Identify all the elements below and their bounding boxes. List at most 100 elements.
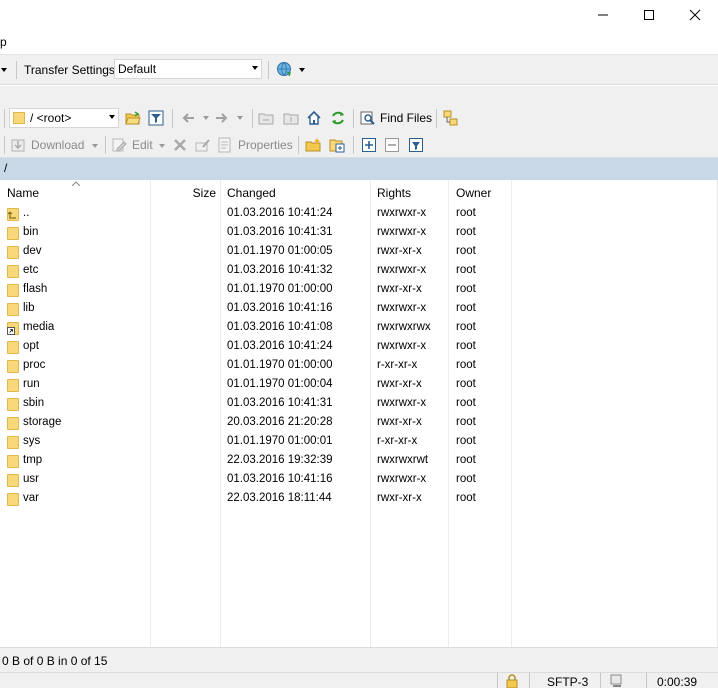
- close-button[interactable]: [672, 0, 718, 30]
- back-arrow-icon[interactable]: [180, 110, 196, 126]
- file-name: usr: [23, 473, 39, 485]
- transfer-preset-value: Default: [118, 62, 157, 76]
- table-row[interactable]: run 01.01.1970 01:00:04 rwxr-xr-x root: [0, 376, 718, 395]
- maximize-button[interactable]: [626, 0, 672, 30]
- delete-icon[interactable]: [172, 137, 188, 153]
- file-changed: 01.01.1970 01:00:00: [227, 359, 333, 371]
- toolbar-separator: [353, 109, 354, 128]
- properties-button[interactable]: Properties: [217, 134, 295, 156]
- file-name: lib: [23, 302, 35, 314]
- minimize-button[interactable]: [580, 0, 626, 30]
- file-owner: root: [456, 264, 476, 276]
- chevron-down-icon[interactable]: [1, 68, 7, 72]
- chevron-down-icon: [159, 144, 165, 148]
- status-separator: [646, 673, 647, 688]
- table-row[interactable]: media 01.03.2016 10:41:08 rwxrwxrwx root: [0, 319, 718, 338]
- chevron-down-icon: [92, 144, 98, 148]
- toolbar-separator: [268, 61, 269, 79]
- folder-icon: [7, 227, 19, 240]
- table-row[interactable]: flash 01.01.1970 01:00:00 rwxr-xr-x root: [0, 281, 718, 300]
- folder-icon: [7, 265, 19, 278]
- toolbar-separator: [4, 136, 5, 154]
- table-row[interactable]: .. 01.03.2016 10:41:24 rwxrwxr-x root: [0, 205, 718, 224]
- status-separator: [497, 673, 498, 688]
- select-minus-icon[interactable]: [384, 137, 400, 153]
- find-files-button[interactable]: Find Files: [358, 107, 432, 129]
- file-name: etc: [23, 264, 39, 276]
- file-name: opt: [23, 340, 39, 352]
- menu-item-help-fragment[interactable]: p: [0, 35, 7, 49]
- file-owner: root: [456, 226, 476, 238]
- table-row[interactable]: proc 01.01.1970 01:00:00 r-xr-xr-x root: [0, 357, 718, 376]
- refresh-icon[interactable]: [330, 110, 346, 126]
- folder-icon: [7, 246, 19, 259]
- table-row[interactable]: bin 01.03.2016 10:41:31 rwxrwxr-x root: [0, 224, 718, 243]
- chevron-down-icon[interactable]: [237, 116, 243, 120]
- open-folder-icon[interactable]: [125, 110, 141, 126]
- sort-ascending-icon: [72, 181, 80, 186]
- chevron-down-icon[interactable]: [203, 116, 209, 120]
- path-combo-value: / <root>: [30, 111, 72, 125]
- table-row[interactable]: usr 01.03.2016 10:41:16 rwxrwxr-x root: [0, 471, 718, 490]
- file-name: dev: [23, 245, 42, 257]
- path-combo[interactable]: / <root>: [9, 108, 119, 128]
- new-file-icon[interactable]: [329, 137, 345, 153]
- parent-directory-icon[interactable]: [258, 110, 274, 126]
- toolbar-separator: [252, 109, 253, 128]
- toolbar-separator: [105, 136, 106, 154]
- file-rights: rwxrwxr-x: [377, 397, 427, 409]
- folder-icon: [7, 417, 19, 430]
- properties-label: Properties: [238, 138, 293, 152]
- home-icon[interactable]: [306, 110, 322, 126]
- file-name: ..: [23, 207, 30, 219]
- column-header-changed[interactable]: Changed: [227, 180, 276, 204]
- menu-bar: p: [0, 30, 718, 55]
- table-row[interactable]: dev 01.01.1970 01:00:05 rwxr-xr-x root: [0, 243, 718, 262]
- table-row[interactable]: var 22.03.2016 18:11:44 rwxr-xr-x root: [0, 490, 718, 509]
- forward-arrow-icon[interactable]: [214, 110, 230, 126]
- column-header-size[interactable]: Size: [150, 180, 216, 204]
- file-rights: rwxr-xr-x: [377, 416, 422, 428]
- folder-icon: [13, 112, 25, 124]
- rename-icon[interactable]: [195, 137, 211, 153]
- edit-icon: [112, 138, 127, 152]
- table-row[interactable]: sys 01.01.1970 01:00:01 r-xr-xr-x root: [0, 433, 718, 452]
- status-separator: [529, 673, 530, 688]
- file-rights: r-xr-xr-x: [377, 435, 418, 447]
- column-header-owner[interactable]: Owner: [456, 180, 491, 204]
- table-row[interactable]: opt 01.03.2016 10:41:24 rwxrwxr-x root: [0, 338, 718, 357]
- table-row[interactable]: lib 01.03.2016 10:41:16 rwxrwxr-x root: [0, 300, 718, 319]
- column-header-rights[interactable]: Rights: [377, 180, 411, 204]
- table-row[interactable]: etc 01.03.2016 10:41:32 rwxrwxr-x root: [0, 262, 718, 281]
- filter-select-icon[interactable]: [408, 137, 424, 153]
- transfer-preset-select[interactable]: Default: [114, 59, 262, 79]
- selection-status-bar: 0 B of 0 B in 0 of 15: [0, 647, 718, 672]
- status-separator: [600, 673, 601, 688]
- file-operations-toolbar: Download Edit Properties: [0, 132, 718, 158]
- server-icon: [610, 674, 622, 687]
- table-row[interactable]: sbin 01.03.2016 10:41:31 rwxrwxr-x root: [0, 395, 718, 414]
- table-row[interactable]: storage 20.03.2016 21:20:28 rwxr-xr-x root: [0, 414, 718, 433]
- file-changed: 01.03.2016 10:41:16: [227, 302, 333, 314]
- current-path: /: [4, 161, 8, 175]
- close-icon: [689, 9, 701, 21]
- chevron-down-icon: [252, 66, 258, 70]
- new-folder-icon[interactable]: [305, 137, 321, 153]
- root-directory-icon[interactable]: [283, 110, 299, 126]
- chevron-down-icon[interactable]: [299, 68, 305, 72]
- download-label: Download: [31, 138, 85, 152]
- file-name: media: [23, 321, 55, 333]
- select-plus-icon[interactable]: [361, 137, 377, 153]
- lock-icon: [506, 674, 518, 688]
- globe-sync-icon[interactable]: [276, 61, 292, 77]
- file-name: run: [23, 378, 40, 390]
- folder-icon: [7, 474, 19, 487]
- edit-button[interactable]: Edit: [109, 134, 167, 156]
- file-changed: 01.01.1970 01:00:01: [227, 435, 333, 447]
- filter-icon[interactable]: [148, 110, 164, 126]
- table-row[interactable]: tmp 22.03.2016 19:32:39 rwxrwxrwt root: [0, 452, 718, 471]
- folder-icon: [7, 341, 19, 354]
- column-header-name[interactable]: Name: [7, 180, 39, 204]
- download-button[interactable]: Download: [8, 134, 104, 156]
- tree-view-icon[interactable]: [443, 110, 459, 126]
